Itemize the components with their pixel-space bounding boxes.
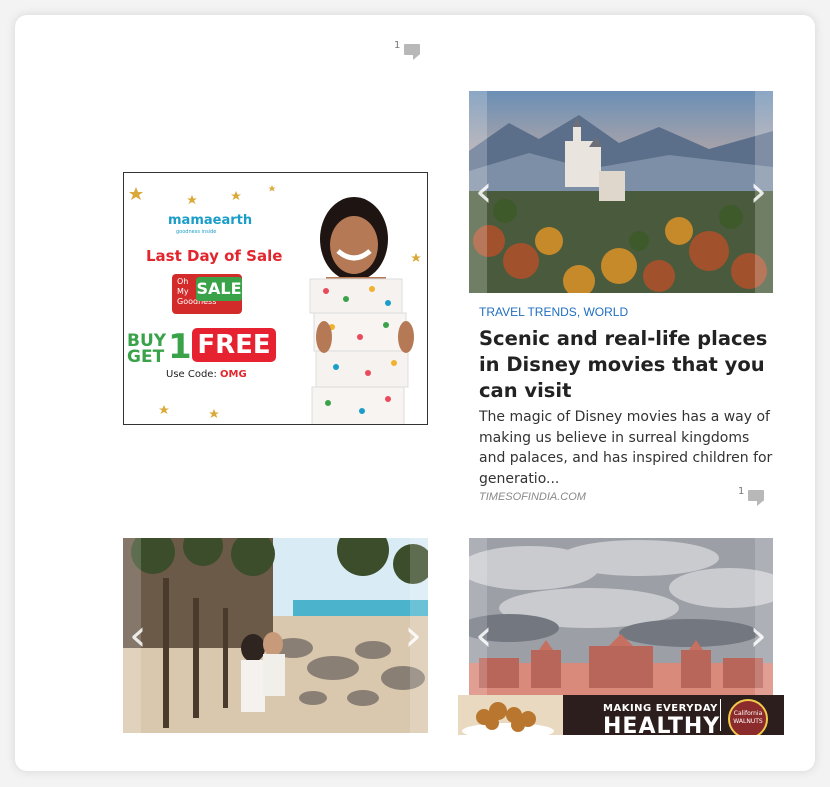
- ad-brand: mamaearth: [168, 213, 253, 228]
- comment-count-text: 1: [394, 40, 401, 51]
- castle-photo: [469, 91, 773, 293]
- article-source: TIMESOFINDIA.COM: [479, 491, 586, 503]
- beach-photo: [123, 538, 428, 733]
- top-comment-count[interactable]: 1: [394, 40, 421, 60]
- banner-divider: [720, 699, 721, 731]
- ad-one: 1: [168, 327, 192, 367]
- article-excerpt: The magic of Disney movies has a way of …: [479, 409, 773, 487]
- category-link-travel-trends[interactable]: TRAVEL TRENDS: [479, 305, 577, 319]
- ad-sale-label: SALE: [196, 277, 242, 301]
- ad-buy-get: BUY GET: [127, 333, 166, 367]
- banner-line1: MAKING EVERYDAY: [603, 703, 718, 714]
- ad-free: FREE: [192, 328, 276, 362]
- banner-line2: HEALTHY: [603, 714, 721, 735]
- article-comment-count[interactable]: 1: [738, 486, 765, 506]
- carousel-prev-icon[interactable]: ‹: [475, 613, 493, 658]
- ad-model-with-boxes-image: [309, 197, 414, 424]
- ad-get: GET: [127, 347, 165, 367]
- ad-use-code: Use Code: OMG: [166, 369, 247, 380]
- carousel-next-icon[interactable]: ›: [749, 613, 767, 658]
- comment-count-text: 1: [738, 486, 745, 497]
- carousel-prev-icon[interactable]: ‹: [475, 170, 493, 214]
- comment-bubble-icon: [404, 44, 421, 60]
- article-title[interactable]: Scenic and real-life places in Disney mo…: [479, 326, 779, 404]
- use-code-label: Use Code:: [166, 369, 217, 380]
- carousel-next-icon[interactable]: ›: [404, 613, 422, 658]
- walnut-bowl-icon: [462, 702, 554, 735]
- ad-headline: Last Day of Sale: [146, 247, 283, 265]
- comment-bubble-icon: [748, 490, 765, 506]
- carousel-prev-icon[interactable]: ‹: [129, 613, 147, 658]
- category-link-world[interactable]: WORLD: [583, 305, 628, 319]
- use-code-value: OMG: [220, 369, 247, 380]
- article-categories: TRAVEL TRENDS, WORLD: [479, 305, 629, 319]
- carousel-next-icon[interactable]: ›: [749, 170, 767, 214]
- mamaearth-ad[interactable]: mamaearth goodness inside Last Day of Sa…: [123, 172, 428, 425]
- walnut-bowl-image: [458, 695, 563, 735]
- article-card: TRAVEL TRENDS, WORLD Scenic and real-lif…: [479, 305, 779, 503]
- ad-brand-tagline: goodness inside: [176, 229, 217, 235]
- california-walnuts-logo: California WALNUTS: [728, 699, 768, 735]
- content-card: 1 mamaearth goodness inside Last Day of …: [15, 15, 815, 771]
- beach-image-carousel[interactable]: ‹ ›: [123, 538, 428, 733]
- walnuts-banner-ad[interactable]: MAKING EVERYDAY HEALTHY California WALNU…: [458, 695, 784, 735]
- castle-image-carousel[interactable]: ‹ ›: [469, 91, 773, 293]
